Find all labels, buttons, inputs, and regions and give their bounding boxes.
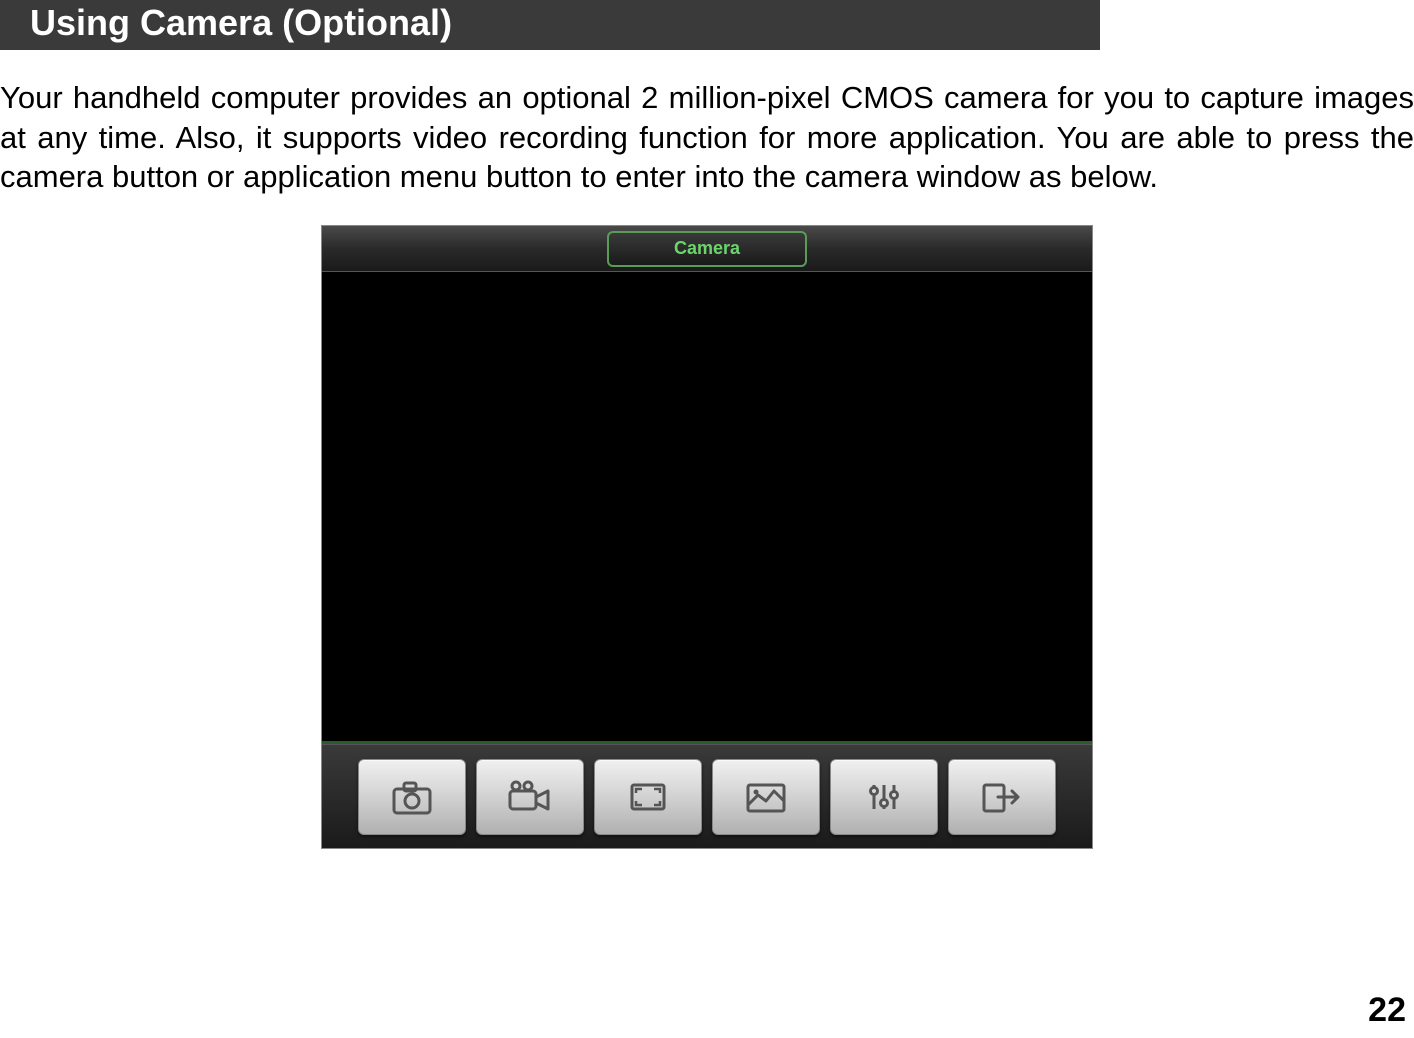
camera-title-text: Camera [674, 238, 740, 259]
gallery-icon [742, 777, 790, 817]
fullscreen-button[interactable] [594, 759, 702, 835]
settings-button[interactable] [830, 759, 938, 835]
settings-icon [860, 777, 908, 817]
camera-viewfinder [322, 272, 1092, 744]
section-title: Using Camera (Optional) [30, 2, 452, 43]
body-paragraph: Your handheld computer provides an optio… [0, 78, 1414, 197]
page-number: 22 [1368, 991, 1406, 1030]
camera-title-pill: Camera [607, 231, 807, 267]
video-button[interactable] [476, 759, 584, 835]
exit-button[interactable] [948, 759, 1056, 835]
capture-icon [388, 777, 436, 817]
capture-button[interactable] [358, 759, 466, 835]
fullscreen-icon [624, 777, 672, 817]
section-header: Using Camera (Optional) [0, 0, 1100, 50]
camera-titlebar: Camera [322, 226, 1092, 272]
camera-toolbar [322, 744, 1092, 848]
video-icon [506, 777, 554, 817]
camera-window: Camera [321, 225, 1093, 849]
gallery-button[interactable] [712, 759, 820, 835]
exit-icon [978, 777, 1026, 817]
